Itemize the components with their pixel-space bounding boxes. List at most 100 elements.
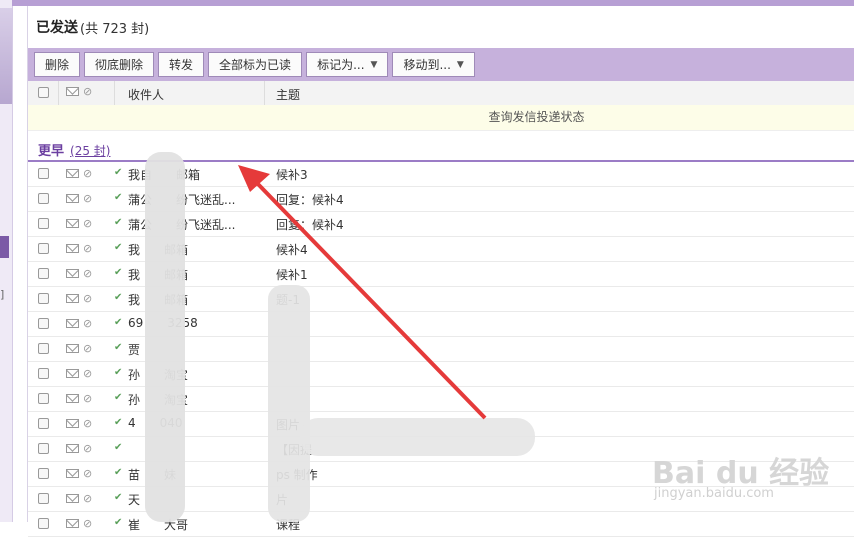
subject-cell[interactable]: 回复：候补4 [276,216,576,233]
mark-as-dropdown[interactable]: 标记为... ▼ [306,52,389,77]
recipient-name: 4 [128,416,136,430]
table-row[interactable]: ⊘ ✔ 孙 淘宝 [28,362,854,387]
recipient-cell[interactable] [128,441,268,455]
table-row[interactable]: ⊘ ✔ 崔 大哥 课程 [28,512,854,537]
recipient-cell[interactable]: 孙 淘宝 [128,391,268,408]
select-all-checkbox[interactable] [38,87,49,98]
recipient-name-tail: 淘宝 [164,368,189,382]
row-checkbox[interactable] [38,393,49,404]
envelope-icon [66,494,79,503]
attachment-icon: ⊘ [83,85,93,98]
row-checkbox[interactable] [38,168,49,179]
sent-icon: ✔ [114,292,123,303]
envelope-icon [66,269,79,278]
row-checkbox[interactable] [38,418,49,429]
attachment-icon: ⊘ [83,342,93,355]
recipient-cell[interactable]: 我 邮箱 [128,241,268,258]
recipient-name: 孙 [128,368,141,382]
recipient-name: 贾 [128,343,141,357]
envelope-icon [66,419,79,428]
sent-icon: ✔ [114,267,123,278]
recipient-name: 蒲公 [128,193,153,207]
mark-all-read-button[interactable]: 全部标为已读 [208,52,303,77]
forward-button[interactable]: 转发 [158,52,205,77]
recipient-cell[interactable]: 孙 淘宝 [128,366,268,383]
recipient-name: 69 [128,316,144,330]
attachment-icon: ⊘ [83,392,93,405]
envelope-icon [66,369,79,378]
recipient-cell[interactable]: 我 邮箱 [128,266,268,283]
rail-text: ] [0,288,5,301]
envelope-icon [66,394,79,403]
subject-cell[interactable]: 片 [276,491,576,508]
row-checkbox[interactable] [38,493,49,504]
row-checkbox[interactable] [38,218,49,229]
chevron-down-icon: ▼ [456,59,464,70]
row-checkbox[interactable] [38,468,49,479]
table-row[interactable]: ⊘ ✔ 贾 [28,337,854,362]
row-checkbox[interactable] [38,243,49,254]
subject-cell[interactable]: ps 制作 [276,466,576,483]
recipient-cell[interactable]: 蒲公 纷飞迷乱... [128,216,268,233]
row-checkbox[interactable] [38,343,49,354]
envelope-icon [66,244,79,253]
table-row[interactable]: ⊘ ✔ 我 邮箱 候补4 [28,237,854,262]
recipient-cell[interactable]: 天 [128,491,268,508]
sent-icon: ✔ [114,192,123,203]
subject-cell[interactable]: 题-1 [276,291,576,308]
row-checkbox[interactable] [38,518,49,529]
recipient-cell[interactable]: 苗妹 [128,466,268,483]
table-row[interactable]: ⊘ ✔ 孙 淘宝 [28,387,854,412]
table-row[interactable]: ⊘ ✔ 蒲公 纷飞迷乱... 回复：候补4 [28,212,854,237]
attachment-icon: ⊘ [83,267,93,280]
table-row[interactable]: ⊘ ✔ 我 邮箱 题-1 [28,287,854,312]
folder-header: 已发送 (共 723 封) [28,6,854,48]
mail-list-panel: 已发送 (共 723 封) 删除 彻底删除 转发 全部标为已读 标记为... ▼ … [27,6,854,537]
subject-cell[interactable]: 课程 [276,516,576,533]
group-count[interactable]: (25 封) [70,144,110,158]
subject-cell[interactable]: 【因提 [276,441,576,458]
page-title: 已发送 [36,20,78,36]
subject-cell[interactable]: 候补3 [276,166,576,183]
recipient-cell[interactable]: 崔 大哥 [128,516,268,533]
table-row[interactable]: ⊘ ✔ 69 3258 [28,312,854,337]
recipient-cell[interactable]: 69 3258 [128,316,268,330]
attachment-icon: ⊘ [83,242,93,255]
table-row[interactable]: ⊘ ✔ 我 邮箱 候补1 [28,262,854,287]
group-header: 更早 (25 封) [28,136,854,162]
row-checkbox[interactable] [38,443,49,454]
subject-cell[interactable]: 回复：候补4 [276,191,576,208]
recipient-name-tail: 040 [159,416,183,430]
recipient-cell[interactable]: 我自 邮箱 [128,166,268,183]
mark-as-label: 标记为... [317,58,365,72]
column-recipient[interactable]: 收件人 [128,86,164,103]
table-row[interactable]: ⊘ ✔ 蒲公 纷飞迷乱... 回复：候补4 [28,187,854,212]
recipient-name: 我 [128,293,141,307]
envelope-icon [66,519,79,528]
attachment-icon: ⊘ [83,417,93,430]
recipient-name: 苗 [128,468,141,482]
table-row[interactable]: ⊘ ✔ 我自 邮箱 候补3 [28,162,854,187]
attachment-icon: ⊘ [83,167,93,180]
recipient-cell[interactable]: 贾 [128,341,268,358]
recipient-cell[interactable]: 我 邮箱 [128,291,268,308]
recipient-cell[interactable]: 4 040 [128,416,268,430]
column-subject[interactable]: 主题 [276,86,300,103]
mark-all-read-label: 全部标为已读 [219,58,292,72]
row-checkbox[interactable] [38,368,49,379]
row-checkbox[interactable] [38,268,49,279]
row-checkbox[interactable] [38,318,49,329]
row-checkbox[interactable] [38,193,49,204]
envelope-icon [66,219,79,228]
table-row[interactable]: ⊘ ✔ 4 040 图片 [28,412,854,437]
recipient-cell[interactable]: 蒲公 纷飞迷乱... [128,191,268,208]
delete-permanently-button[interactable]: 彻底删除 [84,52,155,77]
row-checkbox[interactable] [38,293,49,304]
delete-button[interactable]: 删除 [34,52,81,77]
subject-cell[interactable]: 候补4 [276,241,576,258]
sent-icon: ✔ [114,442,123,453]
subject-cell[interactable]: 候补1 [276,266,576,283]
delivery-status-link[interactable]: 查询发信投递状态 [488,110,584,124]
subject-cell[interactable]: 图片 [276,416,576,433]
move-to-dropdown[interactable]: 移动到... ▼ [392,52,475,77]
